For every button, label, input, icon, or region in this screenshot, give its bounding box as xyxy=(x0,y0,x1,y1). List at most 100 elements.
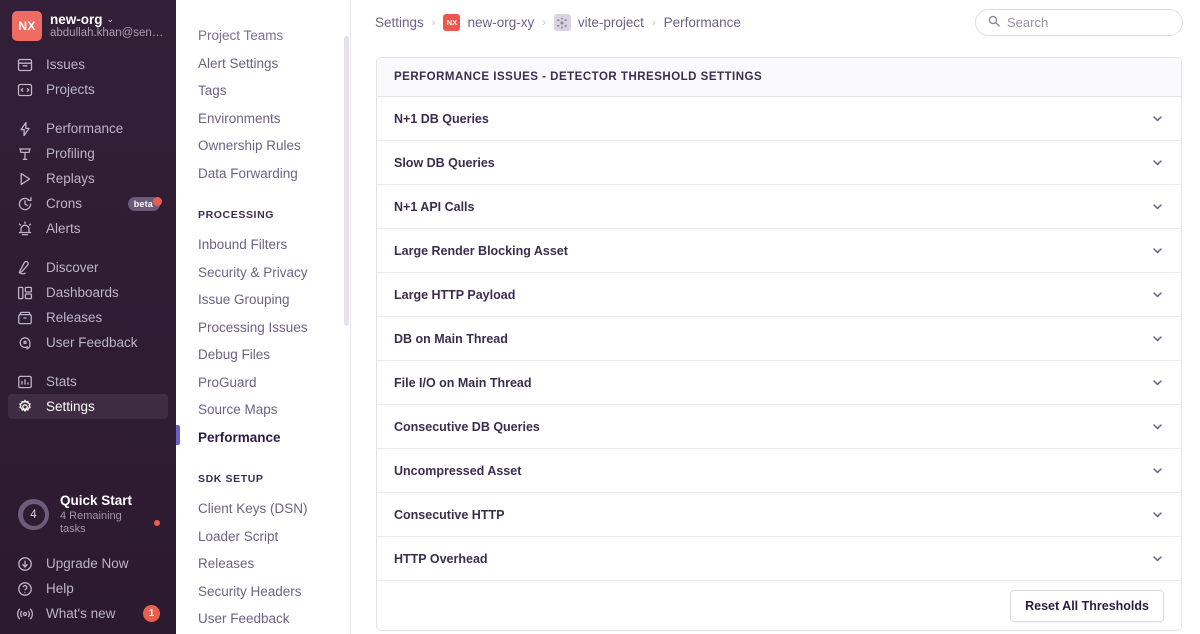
sidebar-item-settings[interactable]: Settings xyxy=(8,394,168,419)
sidebar-item-discover[interactable]: Discover xyxy=(8,255,168,280)
discover-icon xyxy=(16,259,34,277)
sidebar-item-crons[interactable]: Crons beta xyxy=(8,191,168,216)
settings-nav-item-security-privacy[interactable]: Security & Privacy xyxy=(198,259,334,287)
chevron-down-icon[interactable] xyxy=(1151,332,1164,345)
chevron-down-icon: ⌄ xyxy=(106,14,115,25)
sidebar-item-projects[interactable]: Projects xyxy=(8,77,168,102)
org-avatar: NX xyxy=(12,11,42,41)
sidebar-item-label: User Feedback xyxy=(46,335,138,350)
settings-nav-item-loader-script[interactable]: Loader Script xyxy=(198,523,334,551)
chevron-down-icon[interactable] xyxy=(1151,112,1164,125)
sidebar-item-label: Crons xyxy=(46,196,83,211)
row-label: Consecutive HTTP xyxy=(394,507,505,522)
settings-nav-item-processing-issues[interactable]: Processing Issues xyxy=(198,314,334,342)
accordion-row-db-on-main-thread[interactable]: DB on Main Thread xyxy=(377,317,1181,361)
settings-nav-item-releases[interactable]: Releases xyxy=(198,550,334,578)
sidebar-item-replays[interactable]: Replays xyxy=(8,166,168,191)
app-root: NX new-org ⌄ abdullah.khan@sen… Issues P… xyxy=(0,0,1200,634)
accordion-row-http-overhead[interactable]: HTTP Overhead xyxy=(377,537,1181,581)
search-input[interactable]: Search xyxy=(975,9,1183,36)
breadcrumb-org[interactable]: NX new-org-xy xyxy=(443,14,534,31)
sidebar-item-performance[interactable]: Performance xyxy=(8,116,168,141)
chevron-down-icon[interactable] xyxy=(1151,376,1164,389)
sidebar-item-releases[interactable]: Releases xyxy=(8,305,168,330)
chevron-down-icon[interactable] xyxy=(1151,464,1164,477)
quick-start-progress-ring: 4 xyxy=(18,499,49,531)
quick-start[interactable]: 4 Quick Start 4 Remaining tasks xyxy=(8,489,168,541)
dashboards-icon xyxy=(16,284,34,302)
sidebar-group-4: Stats Settings xyxy=(8,369,168,419)
sidebar-bottom-nav: Upgrade Now Help What's new 1 xyxy=(0,551,176,634)
accordion-row-n1-db-queries[interactable]: N+1 DB Queries xyxy=(377,97,1181,141)
sidebar-item-label: Stats xyxy=(46,374,77,389)
breadcrumb-org-label: new-org-xy xyxy=(467,15,535,30)
settings-nav-item-ownership-rules[interactable]: Ownership Rules xyxy=(198,132,334,160)
settings-nav-item-source-maps[interactable]: Source Maps xyxy=(198,396,334,424)
sidebar-item-user-feedback[interactable]: User Feedback xyxy=(8,330,168,355)
settings-nav-item-client-keys[interactable]: Client Keys (DSN) xyxy=(198,495,334,523)
settings-nav-item-data-forwarding[interactable]: Data Forwarding xyxy=(198,160,334,188)
row-label: DB on Main Thread xyxy=(394,331,508,346)
settings-nav-item-performance[interactable]: Performance xyxy=(176,424,334,452)
chevron-down-icon[interactable] xyxy=(1151,552,1164,565)
whats-new-badge: 1 xyxy=(143,605,160,622)
sidebar-item-label: Alerts xyxy=(46,221,81,236)
accordion-row-large-render-blocking-asset[interactable]: Large Render Blocking Asset xyxy=(377,229,1181,273)
settings-nav-item-user-feedback[interactable]: User Feedback xyxy=(198,605,334,633)
sidebar-item-whats-new[interactable]: What's new 1 xyxy=(8,601,168,626)
accordion-row-consecutive-db-queries[interactable]: Consecutive DB Queries xyxy=(377,405,1181,449)
quick-start-count: 4 xyxy=(30,508,37,521)
settings-nav-item-proguard[interactable]: ProGuard xyxy=(198,369,334,397)
sidebar-item-alerts[interactable]: Alerts xyxy=(8,216,168,241)
settings-nav-item-issue-grouping[interactable]: Issue Grouping xyxy=(198,286,334,314)
sidebar-item-help[interactable]: Help xyxy=(8,576,168,601)
settings-nav-item-environments[interactable]: Environments xyxy=(198,105,334,133)
sidebar-item-stats[interactable]: Stats xyxy=(8,369,168,394)
org-switcher[interactable]: NX new-org ⌄ abdullah.khan@sen… xyxy=(0,0,176,52)
settings-nav-item-debug-files[interactable]: Debug Files xyxy=(198,341,334,369)
accordion-row-file-io-on-main-thread[interactable]: File I/O on Main Thread xyxy=(377,361,1181,405)
row-label: Large Render Blocking Asset xyxy=(394,243,568,258)
sidebar-item-upgrade-now[interactable]: Upgrade Now xyxy=(8,551,168,576)
search-icon xyxy=(988,14,1000,32)
issues-icon xyxy=(16,56,34,74)
breadcrumb-settings[interactable]: Settings xyxy=(375,15,424,30)
sidebar-item-label: Upgrade Now xyxy=(46,556,129,571)
chevron-down-icon[interactable] xyxy=(1151,200,1164,213)
sidebar-item-label: Projects xyxy=(46,82,95,97)
org-name: new-org xyxy=(50,11,103,27)
chevron-down-icon[interactable] xyxy=(1151,288,1164,301)
chevron-down-icon[interactable] xyxy=(1151,420,1164,433)
chevron-down-icon[interactable] xyxy=(1151,244,1164,257)
settings-nav-item-inbound-filters[interactable]: Inbound Filters xyxy=(198,231,334,259)
settings-nav-scrollbar[interactable] xyxy=(344,36,349,326)
status-dot xyxy=(154,520,160,527)
breadcrumb-project-label: vite-project xyxy=(577,15,644,30)
reset-all-thresholds-button[interactable]: Reset All Thresholds xyxy=(1010,589,1164,622)
sidebar-item-label: Dashboards xyxy=(46,285,119,300)
beta-badge: beta xyxy=(127,196,163,211)
row-label: Uncompressed Asset xyxy=(394,463,522,478)
broadcast-icon xyxy=(16,605,34,623)
breadcrumb-project[interactable]: vite-project xyxy=(553,14,644,31)
settings-nav-item-tags[interactable]: Tags xyxy=(198,77,334,105)
sidebar-item-dashboards[interactable]: Dashboards xyxy=(8,280,168,305)
accordion-row-slow-db-queries[interactable]: Slow DB Queries xyxy=(377,141,1181,185)
detector-threshold-panel: Performance Issues - Detector Threshold … xyxy=(376,57,1182,631)
quick-start-title: Quick Start xyxy=(60,492,133,508)
sidebar-item-label: Profiling xyxy=(46,146,95,161)
row-label: N+1 API Calls xyxy=(394,199,475,214)
accordion-row-n1-api-calls[interactable]: N+1 API Calls xyxy=(377,185,1181,229)
accordion-row-consecutive-http[interactable]: Consecutive HTTP xyxy=(377,493,1181,537)
sidebar-item-profiling[interactable]: Profiling xyxy=(8,141,168,166)
sidebar-group-2: Performance Profiling Replays Crons beta xyxy=(8,116,168,241)
settings-nav-item-project-teams[interactable]: Project Teams xyxy=(198,22,334,50)
profiling-icon xyxy=(16,145,34,163)
chevron-down-icon[interactable] xyxy=(1151,508,1164,521)
settings-nav-item-alert-settings[interactable]: Alert Settings xyxy=(198,50,334,78)
settings-nav-item-security-headers[interactable]: Security Headers xyxy=(198,578,334,606)
accordion-row-large-http-payload[interactable]: Large HTTP Payload xyxy=(377,273,1181,317)
chevron-down-icon[interactable] xyxy=(1151,156,1164,169)
accordion-row-uncompressed-asset[interactable]: Uncompressed Asset xyxy=(377,449,1181,493)
sidebar-item-issues[interactable]: Issues xyxy=(8,52,168,77)
